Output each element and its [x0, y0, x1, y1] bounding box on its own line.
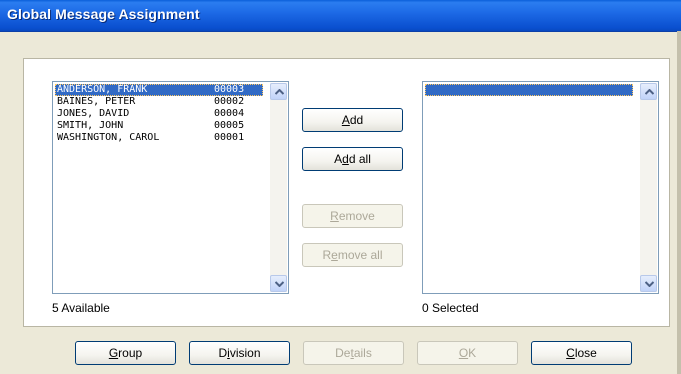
- scroll-down-button[interactable]: [640, 275, 657, 292]
- available-scrollbar[interactable]: [270, 83, 287, 292]
- close-button[interactable]: Close: [531, 341, 632, 365]
- selected-count: 0 Selected: [422, 301, 479, 315]
- employee-name: ANDERSON, FRANK: [57, 84, 148, 95]
- employee-name: WASHINGTON, CAROL: [57, 132, 160, 143]
- scroll-down-button[interactable]: [270, 275, 287, 292]
- employee-code: 00001: [214, 132, 245, 143]
- employee-code: 00004: [214, 108, 245, 119]
- employee-code: 00005: [214, 120, 245, 131]
- remove-all-button[interactable]: Remove all: [302, 243, 403, 267]
- division-button[interactable]: Division: [189, 341, 290, 365]
- list-item[interactable]: ANDERSON, FRANK 00003: [55, 84, 263, 96]
- selected-listbox[interactable]: [422, 81, 659, 294]
- chevron-down-icon: [275, 281, 284, 287]
- available-rows: ANDERSON, FRANK 00003 BAINES, PETER 00002 …: [55, 84, 263, 144]
- chevron-up-icon: [275, 89, 284, 95]
- focus-row[interactable]: [425, 84, 633, 96]
- window-frame-right: [677, 31, 681, 374]
- title-bar[interactable]: Global Message Assignment: [0, 0, 681, 32]
- selected-scrollbar[interactable]: [640, 83, 657, 292]
- employee-code: 00002: [214, 96, 245, 107]
- list-item[interactable]: BAINES, PETER 00002: [55, 96, 263, 108]
- chevron-up-icon: [645, 89, 654, 95]
- window-title: Global Message Assignment: [7, 6, 200, 22]
- available-listbox[interactable]: ANDERSON, FRANK 00003 BAINES, PETER 00002 …: [52, 81, 289, 294]
- remove-button[interactable]: Remove: [302, 204, 403, 228]
- list-item[interactable]: WASHINGTON, CAROL 00001: [55, 132, 263, 144]
- chevron-down-icon: [645, 281, 654, 287]
- details-button[interactable]: Details: [303, 341, 404, 365]
- employee-code: 00003: [214, 84, 245, 95]
- scroll-up-button[interactable]: [270, 83, 287, 100]
- list-item[interactable]: JONES, DAVID 00004: [55, 108, 263, 120]
- group-button[interactable]: Group: [75, 341, 176, 365]
- add-button[interactable]: Add: [302, 108, 403, 132]
- ok-button[interactable]: OK: [417, 341, 518, 365]
- available-count: 5 Available: [52, 301, 110, 315]
- employee-name: SMITH, JOHN: [57, 120, 124, 131]
- list-item[interactable]: SMITH, JOHN 00005: [55, 120, 263, 132]
- scroll-up-button[interactable]: [640, 83, 657, 100]
- employee-name: BAINES, PETER: [57, 96, 136, 107]
- add-all-button[interactable]: Add all: [302, 147, 403, 171]
- employee-name: JONES, DAVID: [57, 108, 130, 119]
